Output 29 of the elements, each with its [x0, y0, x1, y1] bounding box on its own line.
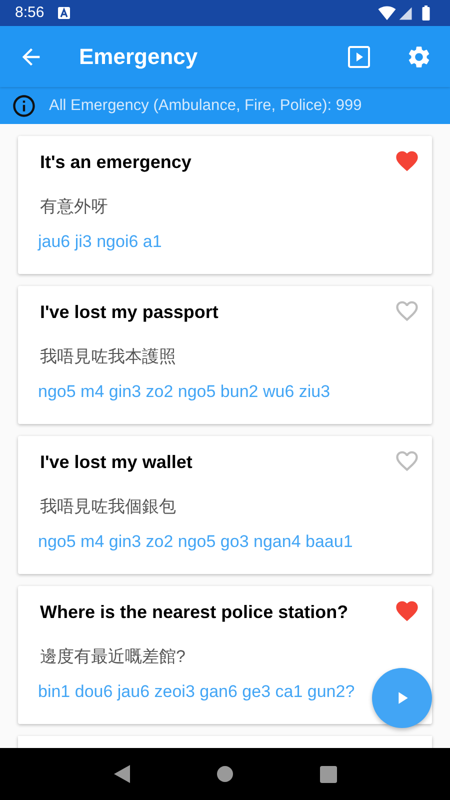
phrase-title: I've lost my passport [40, 301, 218, 323]
wifi-icon [378, 4, 396, 22]
phrase-title: Where is the nearest police station? [40, 601, 348, 623]
signal-icon [398, 6, 413, 20]
chinese-text: 邊度有最近嘅差館? [40, 646, 186, 668]
chinese-text: 我唔見咗我個銀包 [40, 496, 176, 518]
emergency-number-text: All Emergency (Ambulance, Fire, Police): 999 [49, 96, 362, 116]
info-icon [11, 92, 37, 118]
phrase-card[interactable]: I've lost my wallet 我唔見咗我個銀包 ngo5 m4 gin3 zo2 ngo5 go3 ngan4 baau1 [18, 436, 432, 574]
jyutping-text: jau6 ji3 ngoi6 a1 [38, 231, 162, 253]
status-time: 8:56 [15, 2, 44, 23]
screen-title: Emergency [79, 43, 198, 71]
chinese-text: 我唔見咗我本護照 [40, 346, 176, 368]
jyutping-text: ngo5 m4 gin3 zo2 ngo5 go3 ngan4 baau1 [38, 531, 353, 553]
notification-icon [58, 7, 70, 19]
back-nav-icon[interactable] [114, 765, 130, 783]
play-all-button[interactable] [348, 46, 370, 68]
jyutping-text: ngo5 m4 gin3 zo2 ngo5 bun2 wu6 ziu3 [38, 381, 330, 403]
phrase-card[interactable]: Where is the nearest police station? 邊度有最近嘅差館? bin1 dou6 jau6 zeoi3 gan6 ge3 ca1 gun2? [18, 586, 432, 724]
chinese-text: 有意外呀 [40, 196, 108, 218]
phrase-card[interactable]: I've lost my passport 我唔見咗我本護照 ngo5 m4 gin3 zo2 ngo5 bun2 wu6 ziu3 [18, 286, 432, 424]
settings-button[interactable] [406, 44, 432, 70]
home-nav-icon[interactable] [216, 766, 232, 782]
phrase-card[interactable]: It's an emergency 有意外呀 jau6 ji3 ngoi6 a1 [18, 136, 432, 274]
phrase-title: I've lost my wallet [40, 451, 192, 473]
recents-nav-icon[interactable] [320, 766, 336, 782]
play-square-icon [348, 46, 370, 68]
jyutping-text: bin1 dou6 jau6 zeoi3 gan6 ge3 ca1 gun2? [38, 681, 355, 703]
phrase-title: It's an emergency [40, 151, 192, 173]
